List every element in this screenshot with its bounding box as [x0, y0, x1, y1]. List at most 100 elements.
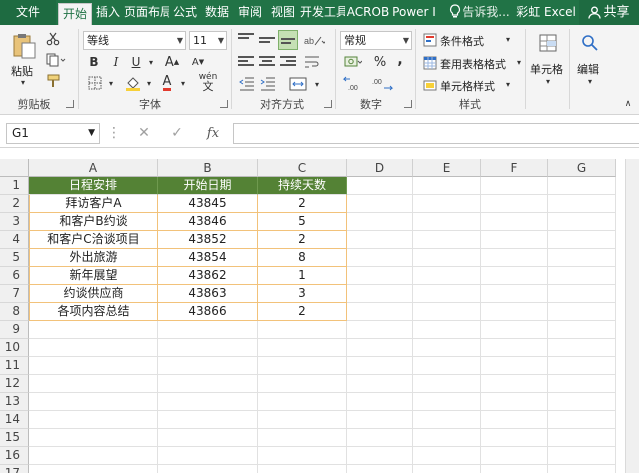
column-header-b[interactable]: B — [158, 159, 258, 177]
cell-d14[interactable] — [347, 411, 413, 429]
format-painter-icon[interactable] — [44, 72, 64, 90]
tab-file[interactable]: 文件 — [0, 0, 56, 25]
vertical-scrollbar[interactable] — [625, 159, 639, 473]
cell-a10[interactable] — [29, 339, 158, 357]
fill-color-icon[interactable] — [124, 74, 142, 92]
cell-a4[interactable]: 和客户C洽谈项目 — [29, 231, 158, 249]
cell-a2[interactable]: 拜访客户A — [29, 195, 158, 213]
cell-f6[interactable] — [481, 267, 548, 285]
cell-f11[interactable] — [481, 357, 548, 375]
cell-f10[interactable] — [481, 339, 548, 357]
comma-style-button[interactable]: , — [393, 51, 407, 69]
cell-g8[interactable] — [548, 303, 616, 321]
cell-g7[interactable] — [548, 285, 616, 303]
cell-f2[interactable] — [481, 195, 548, 213]
italic-button[interactable]: I — [108, 53, 124, 71]
cell-styles-icon[interactable] — [422, 77, 438, 93]
cell-f15[interactable] — [481, 429, 548, 447]
cell-e6[interactable] — [413, 267, 481, 285]
row-header-1[interactable]: 1 — [0, 177, 29, 195]
cell-a8[interactable]: 各项内容总结 — [29, 303, 158, 321]
row-header-3[interactable]: 3 — [0, 213, 29, 231]
merge-dropdown-icon[interactable]: ▾ — [312, 75, 322, 93]
align-middle-icon[interactable] — [259, 33, 275, 47]
cell-g11[interactable] — [548, 357, 616, 375]
cell-f17[interactable] — [481, 465, 548, 473]
cell-c2[interactable]: 2 — [258, 195, 347, 213]
percent-button[interactable]: % — [371, 53, 389, 71]
cell-f5[interactable] — [481, 249, 548, 267]
cell-c12[interactable] — [258, 375, 347, 393]
tab-formulas[interactable]: 公式 — [170, 0, 200, 25]
cell-e1[interactable] — [413, 177, 481, 195]
column-header-g[interactable]: G — [548, 159, 616, 177]
cell-e2[interactable] — [413, 195, 481, 213]
copy-icon[interactable] — [44, 51, 68, 69]
select-all-corner[interactable] — [0, 159, 29, 177]
cell-a1[interactable]: 日程安排 — [29, 177, 158, 195]
tab-review[interactable]: 审阅 — [234, 0, 266, 25]
conditional-formatting-icon[interactable] — [422, 32, 438, 48]
cell-b14[interactable] — [158, 411, 258, 429]
cell-g5[interactable] — [548, 249, 616, 267]
table-dropdown-icon[interactable]: ▾ — [514, 55, 524, 69]
cell-a3[interactable]: 和客户B约谈 — [29, 213, 158, 231]
cell-f7[interactable] — [481, 285, 548, 303]
enter-icon[interactable]: ✓ — [167, 123, 187, 144]
decrease-decimal-icon[interactable]: .00 — [369, 75, 395, 93]
cell-g16[interactable] — [548, 447, 616, 465]
cell-a11[interactable] — [29, 357, 158, 375]
accounting-format-icon[interactable] — [341, 53, 365, 71]
cell-e14[interactable] — [413, 411, 481, 429]
column-header-d[interactable]: D — [347, 159, 413, 177]
cell-c5[interactable]: 8 — [258, 249, 347, 267]
cell-f4[interactable] — [481, 231, 548, 249]
row-header-4[interactable]: 4 — [0, 231, 29, 249]
cell-f12[interactable] — [481, 375, 548, 393]
cell-d7[interactable] — [347, 285, 413, 303]
cell-f16[interactable] — [481, 447, 548, 465]
font-color-button[interactable]: A — [158, 74, 176, 92]
cell-e4[interactable] — [413, 231, 481, 249]
cell-f13[interactable] — [481, 393, 548, 411]
cell-d15[interactable] — [347, 429, 413, 447]
cut-icon[interactable] — [44, 30, 62, 48]
cell-g3[interactable] — [548, 213, 616, 231]
row-header-12[interactable]: 12 — [0, 375, 29, 393]
cell-g17[interactable] — [548, 465, 616, 473]
phonetic-guide-button[interactable]: wén 文 — [194, 71, 222, 93]
cancel-icon[interactable]: ✕ — [134, 123, 154, 144]
row-header-17[interactable]: 17 — [0, 465, 29, 473]
name-box[interactable]: G1 ▼ — [6, 123, 100, 144]
conditional-dropdown-icon[interactable]: ▾ — [503, 32, 513, 46]
number-format-select[interactable]: 常规 ▼ — [340, 31, 412, 50]
cell-g12[interactable] — [548, 375, 616, 393]
cell-a7[interactable]: 约谈供应商 — [29, 285, 158, 303]
row-header-9[interactable]: 9 — [0, 321, 29, 339]
cell-a17[interactable] — [29, 465, 158, 473]
align-left-icon[interactable] — [238, 56, 254, 70]
format-as-table-button[interactable]: 套用表格格式 — [440, 56, 506, 72]
row-header-6[interactable]: 6 — [0, 267, 29, 285]
cell-g15[interactable] — [548, 429, 616, 447]
column-header-e[interactable]: E — [413, 159, 481, 177]
font-dialog-launcher-icon[interactable] — [220, 100, 228, 108]
row-header-14[interactable]: 14 — [0, 411, 29, 429]
cell-e16[interactable] — [413, 447, 481, 465]
align-top-icon[interactable] — [238, 33, 254, 47]
cell-d6[interactable] — [347, 267, 413, 285]
cell-e12[interactable] — [413, 375, 481, 393]
cell-c3[interactable]: 5 — [258, 213, 347, 231]
cell-f8[interactable] — [481, 303, 548, 321]
cell-c16[interactable] — [258, 447, 347, 465]
font-name-select[interactable]: 等线 ▼ — [83, 31, 186, 50]
cell-b4[interactable]: 43852 — [158, 231, 258, 249]
row-header-5[interactable]: 5 — [0, 249, 29, 267]
tab-insert[interactable]: 插入 — [93, 0, 123, 25]
cell-b3[interactable]: 43846 — [158, 213, 258, 231]
cell-d17[interactable] — [347, 465, 413, 473]
cell-d16[interactable] — [347, 447, 413, 465]
paste-icon[interactable] — [8, 31, 40, 61]
cell-c6[interactable]: 1 — [258, 267, 347, 285]
alignment-dialog-launcher-icon[interactable] — [324, 100, 332, 108]
